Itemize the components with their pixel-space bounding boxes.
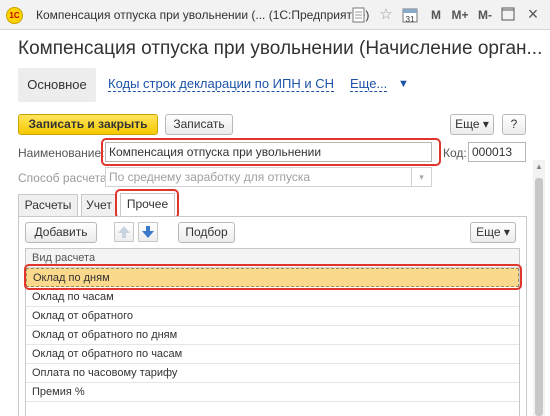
save-button[interactable]: Записать (165, 114, 233, 135)
calc-method-label: Способ расчета: (18, 171, 110, 185)
scroll-up-icon[interactable]: ▲ (533, 160, 545, 174)
table-row[interactable]: Оклад по часам (26, 288, 519, 307)
code-label: Код: (443, 146, 467, 160)
dropdown-arrow-icon: ▾ (411, 168, 431, 186)
move-up-icon[interactable] (114, 222, 134, 242)
window-titlebar: 1С Компенсация отпуска при увольнении (.… (0, 0, 550, 30)
scroll-thumb[interactable] (535, 178, 543, 416)
calc-method-value: По среднему заработку для отпуска (109, 170, 311, 184)
document-icon[interactable] (352, 7, 368, 23)
memory-icon[interactable]: M (429, 7, 443, 23)
restore-icon[interactable] (501, 7, 517, 23)
table-row[interactable]: Оклад от обратного (26, 307, 519, 326)
save-and-close-button[interactable]: Записать и закрыть (18, 114, 158, 135)
memory-minus-icon[interactable]: M- (476, 7, 494, 23)
name-field[interactable]: Компенсация отпуска при увольнении (105, 142, 432, 162)
chevron-down-icon[interactable]: ▼ (398, 78, 409, 90)
nav-more-link[interactable]: Еще... (350, 77, 388, 92)
table-row[interactable]: Оклад от обратного по дням (26, 326, 519, 345)
tab-calculations[interactable]: Расчеты (18, 194, 78, 216)
nav-link-declaration-codes[interactable]: Коды строк декларации по ИПН и СН (108, 77, 334, 92)
window-title: Компенсация отпуска при увольнении (... … (36, 8, 370, 22)
star-icon[interactable]: ☆ (377, 7, 395, 23)
table-row[interactable]: Оклад от обратного по часам (26, 345, 519, 364)
panel-more-button[interactable]: Еще ▾ (470, 222, 516, 243)
table-row[interactable]: Премия % (26, 383, 519, 402)
code-field[interactable]: 000013 (468, 142, 526, 162)
app-logo-icon: 1С (6, 7, 23, 24)
nav-main-tab[interactable]: Основное (18, 68, 96, 102)
vertical-scrollbar[interactable]: ▲ (533, 160, 545, 416)
move-down-icon[interactable] (138, 222, 158, 242)
add-button[interactable]: Добавить (25, 222, 97, 243)
memory-plus-icon[interactable]: M+ (450, 7, 470, 23)
tab-other[interactable]: Прочее (120, 193, 175, 217)
calc-types-table[interactable]: Вид расчета Оклад по дням Оклад по часам… (25, 248, 520, 416)
table-row[interactable]: Оплата по часовому тарифу (26, 364, 519, 383)
name-label: Наименование: (18, 146, 105, 160)
table-header[interactable]: Вид расчета (26, 249, 519, 268)
select-button[interactable]: Подбор (178, 222, 235, 243)
more-button[interactable]: Еще ▾ (450, 114, 494, 135)
table-row[interactable]: Оклад по дням (26, 268, 519, 287)
calendar-day: 31 (405, 15, 415, 24)
tab-accounting[interactable]: Учет (81, 194, 117, 216)
close-icon[interactable]: × (524, 5, 542, 23)
help-button[interactable]: ? (502, 114, 526, 135)
form-title: Компенсация отпуска при увольнении (Начи… (18, 38, 543, 59)
calc-method-field: По среднему заработку для отпуска ▾ (105, 167, 432, 187)
